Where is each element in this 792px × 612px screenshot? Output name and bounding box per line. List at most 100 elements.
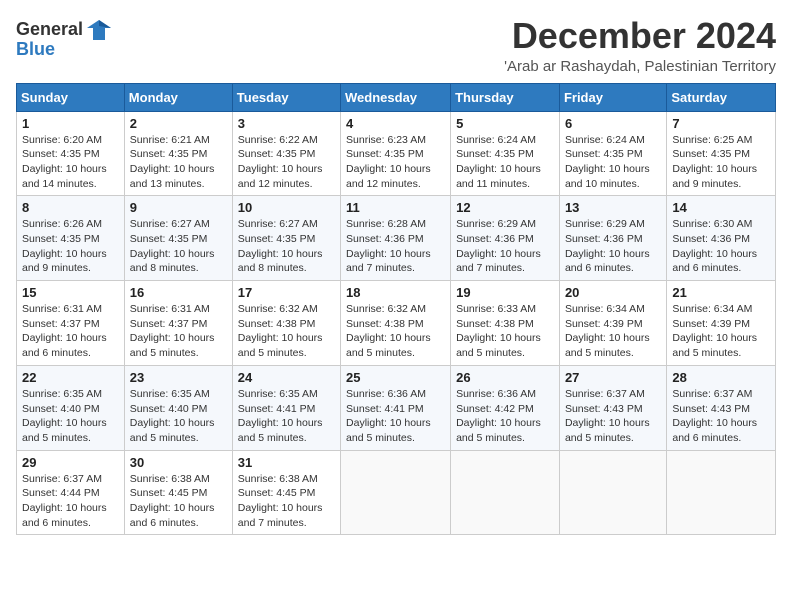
header: General Blue December 2024 'Arab ar Rash…	[16, 16, 776, 75]
day-number: 5	[456, 116, 554, 131]
day-number: 1	[22, 116, 119, 131]
day-number: 25	[346, 370, 445, 385]
cell-sun-info: Sunrise: 6:38 AMSunset: 4:45 PMDaylight:…	[238, 472, 335, 531]
cell-sun-info: Sunrise: 6:23 AMSunset: 4:35 PMDaylight:…	[346, 133, 445, 192]
calendar-cell: 30 Sunrise: 6:38 AMSunset: 4:45 PMDayligh…	[124, 450, 232, 535]
calendar-cell: 19Sunrise: 6:33 AMSunset: 4:38 PMDayligh…	[451, 281, 560, 366]
calendar-table: SundayMondayTuesdayWednesdayThursdayFrid…	[16, 83, 776, 536]
calendar-cell: 5 Sunrise: 6:24 AMSunset: 4:35 PMDaylight…	[451, 111, 560, 196]
logo-general: General	[16, 20, 83, 40]
cell-sun-info: Sunrise: 6:35 AMSunset: 4:40 PMDaylight:…	[130, 387, 227, 446]
calendar-cell: 14 Sunrise: 6:30 AMSunset: 4:36 PMDayligh…	[667, 196, 776, 281]
calendar-cell: 26 Sunrise: 6:36 AMSunset: 4:42 PMDayligh…	[451, 365, 560, 450]
calendar-cell: 15Sunrise: 6:31 AMSunset: 4:37 PMDayligh…	[17, 281, 125, 366]
cell-sun-info: Sunrise: 6:24 AMSunset: 4:35 PMDaylight:…	[565, 133, 661, 192]
day-number: 12	[456, 200, 554, 215]
day-number: 24	[238, 370, 335, 385]
calendar-cell: 8 Sunrise: 6:26 AMSunset: 4:35 PMDaylight…	[17, 196, 125, 281]
cell-sun-info: Sunrise: 6:26 AMSunset: 4:35 PMDaylight:…	[22, 217, 119, 276]
day-number: 21	[672, 285, 770, 300]
calendar-cell: 13 Sunrise: 6:29 AMSunset: 4:36 PMDayligh…	[559, 196, 666, 281]
calendar-cell: 24 Sunrise: 6:35 AMSunset: 4:41 PMDayligh…	[232, 365, 340, 450]
cell-sun-info: Sunrise: 6:36 AMSunset: 4:41 PMDaylight:…	[346, 387, 445, 446]
day-number: 13	[565, 200, 661, 215]
cell-sun-info: Sunrise: 6:33 AMSunset: 4:38 PMDaylight:…	[456, 302, 554, 361]
calendar-cell: 12 Sunrise: 6:29 AMSunset: 4:36 PMDayligh…	[451, 196, 560, 281]
day-header-thursday: Thursday	[451, 83, 560, 111]
cell-sun-info: Sunrise: 6:36 AMSunset: 4:42 PMDaylight:…	[456, 387, 554, 446]
calendar-cell: 27 Sunrise: 6:37 AMSunset: 4:43 PMDayligh…	[559, 365, 666, 450]
day-number: 14	[672, 200, 770, 215]
day-header-wednesday: Wednesday	[341, 83, 451, 111]
month-title: December 2024	[504, 16, 776, 56]
day-number: 27	[565, 370, 661, 385]
cell-sun-info: Sunrise: 6:22 AMSunset: 4:35 PMDaylight:…	[238, 133, 335, 192]
day-header-tuesday: Tuesday	[232, 83, 340, 111]
calendar-cell: 31 Sunrise: 6:38 AMSunset: 4:45 PMDayligh…	[232, 450, 340, 535]
calendar-week-row: 22Sunrise: 6:35 AMSunset: 4:40 PMDayligh…	[17, 365, 776, 450]
calendar-cell: 1Sunrise: 6:20 AMSunset: 4:35 PMDaylight…	[17, 111, 125, 196]
day-number: 23	[130, 370, 227, 385]
calendar-cell: 25 Sunrise: 6:36 AMSunset: 4:41 PMDayligh…	[341, 365, 451, 450]
calendar-cell: 11 Sunrise: 6:28 AMSunset: 4:36 PMDayligh…	[341, 196, 451, 281]
cell-sun-info: Sunrise: 6:29 AMSunset: 4:36 PMDaylight:…	[456, 217, 554, 276]
calendar-cell: 4 Sunrise: 6:23 AMSunset: 4:35 PMDaylight…	[341, 111, 451, 196]
cell-sun-info: Sunrise: 6:34 AMSunset: 4:39 PMDaylight:…	[565, 302, 661, 361]
cell-sun-info: Sunrise: 6:24 AMSunset: 4:35 PMDaylight:…	[456, 133, 554, 192]
day-number: 31	[238, 455, 335, 470]
cell-sun-info: Sunrise: 6:31 AMSunset: 4:37 PMDaylight:…	[130, 302, 227, 361]
day-number: 20	[565, 285, 661, 300]
cell-sun-info: Sunrise: 6:37 AMSunset: 4:43 PMDaylight:…	[565, 387, 661, 446]
day-number: 26	[456, 370, 554, 385]
day-number: 6	[565, 116, 661, 131]
cell-sun-info: Sunrise: 6:27 AMSunset: 4:35 PMDaylight:…	[130, 217, 227, 276]
cell-sun-info: Sunrise: 6:35 AMSunset: 4:41 PMDaylight:…	[238, 387, 335, 446]
cell-sun-info: Sunrise: 6:28 AMSunset: 4:36 PMDaylight:…	[346, 217, 445, 276]
day-number: 3	[238, 116, 335, 131]
day-number: 16	[130, 285, 227, 300]
cell-sun-info: Sunrise: 6:37 AMSunset: 4:44 PMDaylight:…	[22, 472, 119, 531]
day-number: 29	[22, 455, 119, 470]
calendar-cell: 28 Sunrise: 6:37 AMSunset: 4:43 PMDayligh…	[667, 365, 776, 450]
calendar-week-row: 8 Sunrise: 6:26 AMSunset: 4:35 PMDaylight…	[17, 196, 776, 281]
calendar-cell: 6 Sunrise: 6:24 AMSunset: 4:35 PMDaylight…	[559, 111, 666, 196]
calendar-cell: 22Sunrise: 6:35 AMSunset: 4:40 PMDayligh…	[17, 365, 125, 450]
location-title: 'Arab ar Rashaydah, Palestinian Territor…	[504, 58, 776, 75]
cell-sun-info: Sunrise: 6:21 AMSunset: 4:35 PMDaylight:…	[130, 133, 227, 192]
cell-sun-info: Sunrise: 6:37 AMSunset: 4:43 PMDaylight:…	[672, 387, 770, 446]
cell-sun-info: Sunrise: 6:38 AMSunset: 4:45 PMDaylight:…	[130, 472, 227, 531]
calendar-cell: 2Sunrise: 6:21 AMSunset: 4:35 PMDaylight…	[124, 111, 232, 196]
day-number: 28	[672, 370, 770, 385]
calendar-week-row: 1Sunrise: 6:20 AMSunset: 4:35 PMDaylight…	[17, 111, 776, 196]
day-header-sunday: Sunday	[17, 83, 125, 111]
day-header-monday: Monday	[124, 83, 232, 111]
calendar-cell: 7 Sunrise: 6:25 AMSunset: 4:35 PMDaylight…	[667, 111, 776, 196]
calendar-cell: 10Sunrise: 6:27 AMSunset: 4:35 PMDayligh…	[232, 196, 340, 281]
day-number: 4	[346, 116, 445, 131]
cell-sun-info: Sunrise: 6:30 AMSunset: 4:36 PMDaylight:…	[672, 217, 770, 276]
cell-sun-info: Sunrise: 6:34 AMSunset: 4:39 PMDaylight:…	[672, 302, 770, 361]
day-number: 9	[130, 200, 227, 215]
calendar-cell: 9 Sunrise: 6:27 AMSunset: 4:35 PMDaylight…	[124, 196, 232, 281]
cell-sun-info: Sunrise: 6:27 AMSunset: 4:35 PMDaylight:…	[238, 217, 335, 276]
day-header-friday: Friday	[559, 83, 666, 111]
cell-sun-info: Sunrise: 6:35 AMSunset: 4:40 PMDaylight:…	[22, 387, 119, 446]
day-number: 30	[130, 455, 227, 470]
calendar-cell: 20 Sunrise: 6:34 AMSunset: 4:39 PMDayligh…	[559, 281, 666, 366]
calendar-cell	[451, 450, 560, 535]
day-number: 17	[238, 285, 335, 300]
calendar-cell: 3 Sunrise: 6:22 AMSunset: 4:35 PMDaylight…	[232, 111, 340, 196]
cell-sun-info: Sunrise: 6:32 AMSunset: 4:38 PMDaylight:…	[238, 302, 335, 361]
cell-sun-info: Sunrise: 6:25 AMSunset: 4:35 PMDaylight:…	[672, 133, 770, 192]
cell-sun-info: Sunrise: 6:32 AMSunset: 4:38 PMDaylight:…	[346, 302, 445, 361]
day-number: 11	[346, 200, 445, 215]
calendar-cell: 21 Sunrise: 6:34 AMSunset: 4:39 PMDayligh…	[667, 281, 776, 366]
calendar-cell: 23 Sunrise: 6:35 AMSunset: 4:40 PMDayligh…	[124, 365, 232, 450]
calendar-cell	[667, 450, 776, 535]
day-number: 15	[22, 285, 119, 300]
calendar-cell: 17 Sunrise: 6:32 AMSunset: 4:38 PMDayligh…	[232, 281, 340, 366]
cell-sun-info: Sunrise: 6:29 AMSunset: 4:36 PMDaylight:…	[565, 217, 661, 276]
logo: General Blue	[16, 16, 113, 60]
day-number: 7	[672, 116, 770, 131]
day-number: 8	[22, 200, 119, 215]
